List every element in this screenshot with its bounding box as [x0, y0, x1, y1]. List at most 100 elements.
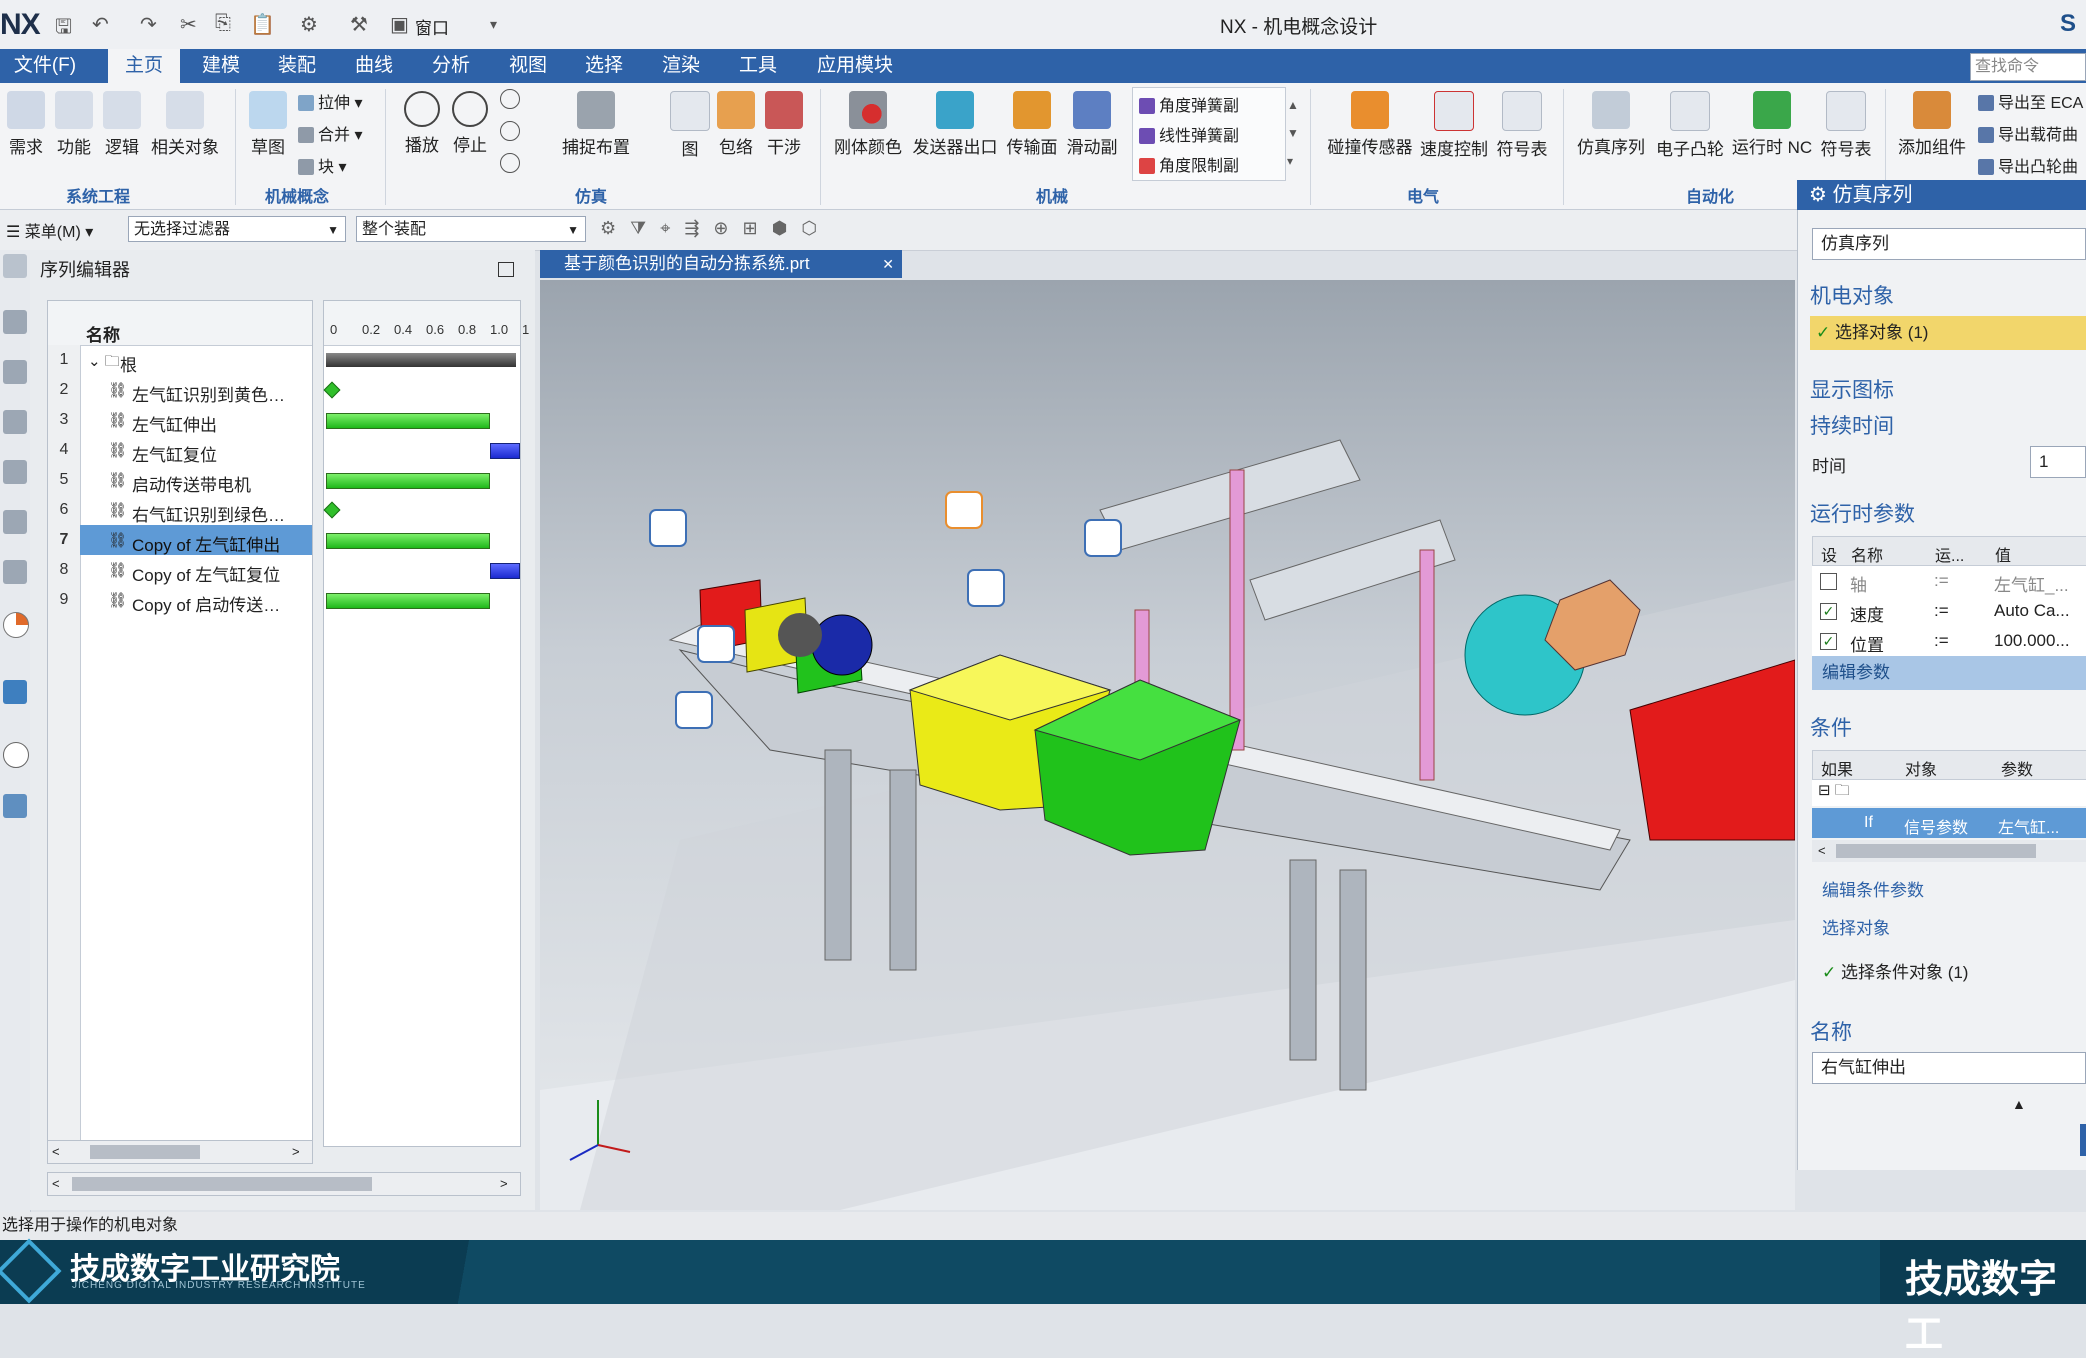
editor-hscrollbar[interactable]: < > — [47, 1172, 521, 1196]
rigid-body-color-button[interactable]: 刚体颜色 — [830, 91, 906, 158]
sensor-marker-icon[interactable] — [945, 491, 983, 529]
maximize-icon[interactable] — [498, 262, 514, 277]
playback-mini-controls[interactable] — [500, 89, 522, 179]
param-checkbox[interactable]: ✓ — [1820, 603, 1837, 620]
symbol-table-button[interactable]: 符号表 — [1494, 91, 1550, 160]
sequence-row-name[interactable]: Copy of 左气缸伸出 — [132, 531, 280, 556]
scroll-thumb[interactable] — [90, 1145, 200, 1159]
speed-control-marker-icon[interactable] — [675, 691, 713, 729]
play-button[interactable]: 播放 — [400, 91, 444, 156]
menu-curve[interactable]: 曲线 — [343, 49, 405, 83]
save-icon[interactable]: 🖫 — [55, 12, 72, 46]
event-marker[interactable] — [323, 381, 341, 399]
menu-home[interactable]: 主页 — [108, 49, 180, 83]
scroll-left-icon[interactable]: < — [52, 1176, 60, 1191]
root-bar[interactable] — [326, 353, 516, 367]
paste-icon[interactable]: 📋 — [250, 12, 275, 37]
sim-sequence-button[interactable]: 仿真序列 — [1573, 91, 1649, 158]
physics-navigator-icon[interactable] — [3, 310, 27, 334]
condition-row[interactable]: If 信号参数 左气缸... — [1812, 808, 2086, 838]
runtime-param-row[interactable]: ✓ 速度:= Auto Ca... — [1812, 596, 2086, 627]
sequence-row-name[interactable]: 根 — [120, 351, 137, 376]
selection-tools-icons[interactable]: ⚙⧩⌖⇶⊕⊞⬢⬡ — [600, 218, 831, 239]
menu-assembly[interactable]: 装配 — [266, 49, 328, 83]
edit-params-button[interactable]: 编辑参数 — [1812, 656, 2086, 690]
graph-button[interactable]: 图 — [668, 91, 712, 160]
scroll-right-icon[interactable]: > — [292, 1144, 300, 1159]
angular-spring-joint-item[interactable]: 角度弹簧副 — [1139, 92, 1239, 116]
selection-scope-select[interactable]: 整个装配 ▼ — [356, 216, 586, 242]
param-checkbox[interactable] — [1820, 573, 1837, 590]
loop-icon[interactable] — [500, 153, 520, 173]
signal-icon[interactable] — [3, 560, 27, 584]
operation-bar[interactable] — [326, 413, 490, 429]
linear-spring-joint-item[interactable]: 线性弹簧副 — [1139, 122, 1239, 146]
condition-hscrollbar[interactable]: < — [1812, 840, 2086, 862]
joint-gallery[interactable]: 角度弹簧副 线性弹簧副 角度限制副 — [1132, 87, 1286, 181]
pause-icon[interactable] — [500, 121, 520, 141]
logic-button[interactable]: 逻辑 — [100, 91, 144, 158]
collapse-up-icon[interactable]: ▲ — [2012, 1096, 2026, 1112]
requirement-button[interactable]: 需求 — [4, 91, 48, 158]
condition-group-row[interactable]: ⊟ 🗀 — [1812, 780, 2086, 806]
operation-bar[interactable] — [326, 533, 490, 549]
related-object-button[interactable]: 相关对象 — [148, 91, 222, 158]
settings-icon[interactable] — [3, 254, 27, 278]
command-search-input[interactable]: 查找命令 — [1970, 53, 2086, 81]
sequence-row-name[interactable]: Copy of 左气缸复位 — [132, 561, 280, 586]
tool-icon[interactable]: ⚒ — [350, 12, 368, 37]
add-component-button[interactable]: 添加组件 — [1894, 91, 1970, 158]
snapshot-layout-button[interactable]: 捕捉布置 — [560, 91, 632, 158]
function-button[interactable]: 功能 — [52, 91, 96, 158]
operation-bar[interactable] — [490, 563, 520, 579]
menu-file[interactable]: 文件(F) — [0, 49, 90, 83]
speed-marker-icon[interactable] — [1084, 519, 1122, 557]
export-cam-curve-button[interactable]: 导出凸轮曲 — [1978, 153, 2078, 177]
menu-view[interactable]: 视图 — [497, 49, 559, 83]
part-file-tab[interactable]: 基于颜色识别的自动分拣系统.prt ✕ — [540, 250, 902, 278]
menu-tools[interactable]: 工具 — [727, 49, 789, 83]
export-load-curve-button[interactable]: 导出载荷曲 — [1978, 121, 2078, 145]
export-eca-button[interactable]: 导出至 ECA — [1978, 89, 2083, 113]
runtime-nc-button[interactable]: 运行时 NC — [1730, 91, 1814, 158]
menu-render[interactable]: 渲染 — [650, 49, 712, 83]
main-menu-button[interactable]: ☰ 菜单(M) ▾ — [6, 218, 93, 242]
angular-limit-joint-item[interactable]: 角度限制副 — [1139, 152, 1239, 176]
menu-select[interactable]: 选择 — [573, 49, 635, 83]
scroll-thumb[interactable] — [1836, 844, 2036, 858]
sketch-button[interactable]: 草图 — [246, 91, 290, 158]
history-icon[interactable] — [3, 742, 29, 768]
window-menu[interactable]: 窗口 — [415, 14, 449, 39]
operation-bar[interactable] — [490, 443, 520, 459]
name-input[interactable]: 右气缸伸出 — [1812, 1052, 2086, 1084]
undo-icon[interactable]: ↶ — [92, 12, 109, 37]
copy-icon[interactable]: ⎘ — [215, 12, 231, 35]
sequence-row-name[interactable]: 左气缸伸出 — [132, 411, 217, 436]
scroll-right-icon[interactable]: > — [500, 1176, 508, 1191]
symbol-table-2-button[interactable]: 符号表 — [1818, 91, 1874, 160]
interference-button[interactable]: 干涉 — [762, 91, 806, 158]
web-browser-icon[interactable] — [3, 680, 27, 704]
sequence-editor-icon[interactable] — [3, 612, 29, 638]
type-select[interactable]: 仿真序列 — [1812, 228, 2086, 260]
3d-viewport[interactable] — [540, 280, 1795, 1210]
select-object-field[interactable]: ✓ 选择对象 (1) — [1810, 316, 2086, 350]
runtime-param-row[interactable]: 轴:= 左气缸_... — [1812, 566, 2086, 597]
table-hscrollbar[interactable]: < > — [47, 1140, 313, 1164]
collision-sensor-button[interactable]: 碰撞传感器 — [1325, 91, 1415, 158]
transport-marker-icon[interactable] — [967, 569, 1005, 607]
scroll-left-icon[interactable]: < — [52, 1144, 60, 1159]
event-marker[interactable] — [323, 501, 341, 519]
transport-surface-button[interactable]: 传输面 — [1003, 91, 1061, 158]
edit-condition-params-link[interactable]: 编辑条件参数 — [1822, 876, 1924, 901]
runtime-param-row[interactable]: ✓ 位置:= 100.000... — [1812, 626, 2086, 657]
scroll-left-icon[interactable]: < — [1812, 843, 1826, 858]
stop-button[interactable]: 停止 — [448, 91, 492, 156]
column-name-header[interactable]: 名称 — [86, 321, 120, 346]
scroll-thumb[interactable] — [72, 1177, 372, 1191]
sequence-row-name[interactable]: 左气缸识别到黄色… — [132, 381, 285, 406]
sequence-row-name[interactable]: 右气缸识别到绿色… — [132, 501, 285, 526]
type-filter-select[interactable]: 无选择过滤器 ▼ — [128, 216, 346, 242]
source-exit-button[interactable]: 发送器出口 — [910, 91, 1000, 158]
menu-analysis[interactable]: 分析 — [420, 49, 482, 83]
